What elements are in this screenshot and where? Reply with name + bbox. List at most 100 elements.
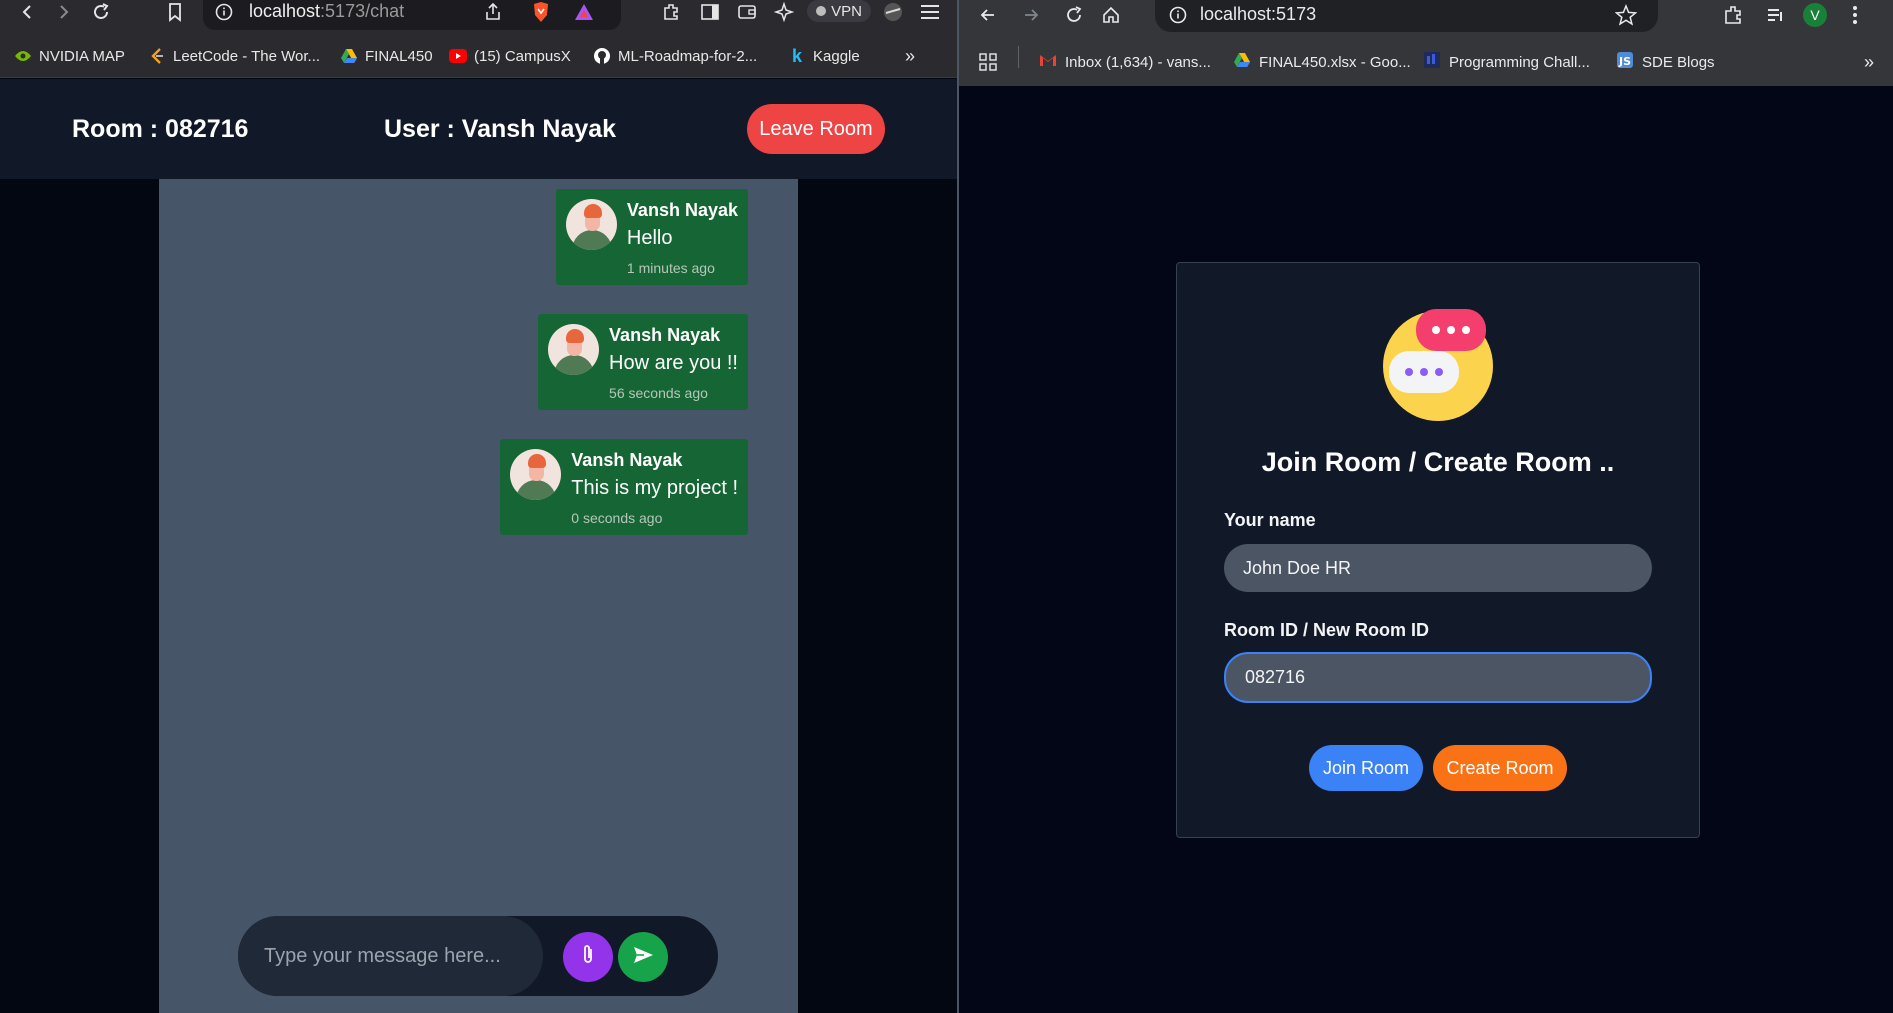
chat-message: Vansh Nayak How are you !! 56 seconds ag… (538, 314, 748, 410)
bookmarks-overflow-icon[interactable]: » (1864, 50, 1874, 74)
media-queue-icon[interactable] (1766, 6, 1786, 29)
kaggle-icon: k (791, 45, 802, 66)
leo-ai-icon[interactable] (773, 0, 795, 24)
extensions-icon[interactable] (660, 0, 682, 24)
message-text: This is my project ! (571, 477, 738, 499)
bookmark-final450[interactable]: FINAL450 (340, 44, 433, 68)
join-room-button[interactable]: Join Room (1309, 745, 1423, 791)
left-bookmarks-bar: NVIDIA MAP LeetCode - The Wor... FINAL45… (0, 32, 957, 78)
bookmark-icon[interactable] (163, 0, 187, 24)
profile-icon[interactable] (882, 0, 904, 24)
send-button[interactable] (618, 932, 668, 982)
nvidia-icon (14, 47, 32, 65)
site-info-icon[interactable] (1169, 6, 1187, 29)
bookmark-label: FINAL450.xlsx - Goo... (1259, 53, 1411, 71)
profile-avatar[interactable]: V (1803, 3, 1827, 27)
room-id-label: Room ID / New Room ID (1224, 620, 1430, 640)
github-icon (593, 47, 611, 65)
message-sender: Vansh Nayak (571, 450, 683, 470)
left-browser-toolbar: localhost:5173/chat VPN (0, 0, 957, 32)
programming-icon (1423, 51, 1441, 73)
bookmarks-overflow-icon[interactable]: » (905, 44, 915, 68)
bookmark-ml-roadmap[interactable]: ML-Roadmap-for-2... (593, 44, 757, 68)
bookmark-label: SDE Blogs (1642, 53, 1715, 71)
message-timestamp: 0 seconds ago (571, 510, 663, 526)
room-id-label: Room : 082716 (72, 115, 249, 143)
right-address-bar[interactable]: localhost:5173 (1155, 0, 1658, 32)
left-address-bar[interactable]: localhost:5173/chat (203, 0, 621, 30)
wallet-icon[interactable] (736, 0, 758, 24)
screen: localhost:5173/chat VPN NVIDIA MAP LeetC… (0, 0, 1893, 1013)
reload-icon[interactable] (89, 0, 113, 24)
bookmark-final450-xlsx[interactable]: FINAL450.xlsx - Goo... (1233, 50, 1411, 74)
bookmarks-separator (1018, 46, 1019, 68)
paperclip-icon (578, 943, 598, 972)
message-sender: Vansh Nayak (609, 325, 721, 345)
message-input[interactable] (238, 916, 543, 996)
bookmark-label: LeetCode - The Wor... (173, 47, 321, 65)
brave-shield-icon[interactable] (530, 0, 552, 24)
bookmark-label: (15) CampusX (474, 47, 571, 65)
drive-icon (340, 47, 358, 65)
right-bookmarks-bar: Inbox (1,634) - vans... FINAL450.xlsx - … (959, 32, 1893, 86)
forward-icon[interactable] (1021, 5, 1041, 30)
message-timestamp: 56 seconds ago (609, 385, 708, 401)
svg-text:JS: JS (1618, 55, 1631, 68)
attach-button[interactable] (563, 932, 613, 982)
blog-icon: JS (1616, 51, 1634, 73)
bookmark-label: Kaggle (813, 47, 860, 65)
left-url-text: localhost:5173/chat (249, 1, 405, 21)
bookmark-sde-blogs[interactable]: JS SDE Blogs (1616, 50, 1715, 74)
join-room-title: Join Room / Create Room .. (1261, 447, 1615, 477)
bookmark-leetcode[interactable]: LeetCode - The Wor... (148, 44, 320, 68)
leetcode-icon (148, 47, 166, 65)
site-info-icon[interactable] (215, 3, 233, 26)
menu-icon[interactable] (918, 0, 942, 24)
bookmark-nvidia[interactable]: NVIDIA MAP (14, 44, 125, 68)
message-text: Hello (626, 227, 673, 249)
avatar (548, 324, 600, 375)
room-id-input[interactable] (1224, 652, 1652, 703)
back-icon[interactable] (978, 5, 998, 30)
leave-room-button[interactable]: Leave Room (747, 104, 885, 154)
brave-rewards-icon[interactable] (573, 0, 595, 24)
extensions-icon[interactable] (1722, 4, 1744, 31)
forward-icon[interactable] (51, 0, 75, 24)
back-icon[interactable] (16, 0, 40, 24)
share-icon[interactable] (483, 2, 503, 27)
bookmark-label: Inbox (1,634) - vans... (1065, 53, 1211, 71)
vpn-label: VPN (831, 2, 862, 20)
current-user-label: User : Vansh Nayak (384, 115, 617, 143)
vpn-button[interactable]: VPN (807, 0, 871, 22)
home-icon[interactable] (1101, 5, 1121, 30)
right-browser-toolbar: localhost:5173 V (959, 0, 1893, 32)
avatar (510, 449, 562, 500)
sidebar-icon[interactable] (699, 0, 721, 24)
bookmark-label: ML-Roadmap-for-2... (618, 47, 758, 65)
create-room-button[interactable]: Create Room (1433, 745, 1567, 791)
bookmark-label: NVIDIA MAP (39, 47, 125, 65)
vpn-status-icon (816, 6, 827, 16)
bookmark-inbox[interactable]: Inbox (1,634) - vans... (1039, 50, 1211, 74)
right-url-text: localhost:5173 (1200, 4, 1317, 24)
drive-icon (1233, 52, 1251, 72)
left-browser-window: localhost:5173/chat VPN NVIDIA MAP LeetC… (0, 0, 957, 1013)
gmail-icon (1039, 53, 1057, 71)
youtube-icon (449, 47, 467, 65)
apps-icon[interactable] (979, 50, 997, 74)
bookmark-campusx[interactable]: (15) CampusX (449, 44, 571, 68)
send-icon (632, 945, 654, 970)
message-sender: Vansh Nayak (626, 200, 738, 220)
chat-message: Vansh Nayak This is my project ! 0 secon… (500, 439, 748, 535)
bookmark-programming[interactable]: Programming Chall... (1423, 50, 1590, 74)
name-input[interactable] (1224, 544, 1652, 592)
message-text: How are you !! (609, 352, 738, 374)
star-icon[interactable] (1614, 4, 1638, 31)
chat-messages-panel[interactable]: Vansh Nayak Hello 1 minutes ago Vansh Na… (159, 179, 798, 1013)
bookmark-kaggle[interactable]: k Kaggle (788, 44, 860, 68)
more-menu-icon[interactable] (1852, 5, 1858, 30)
chat-message: Vansh Nayak Hello 1 minutes ago (555, 189, 748, 285)
name-label: Your name (1224, 510, 1316, 530)
reload-icon[interactable] (1064, 5, 1084, 30)
message-timestamp: 1 minutes ago (626, 260, 715, 276)
